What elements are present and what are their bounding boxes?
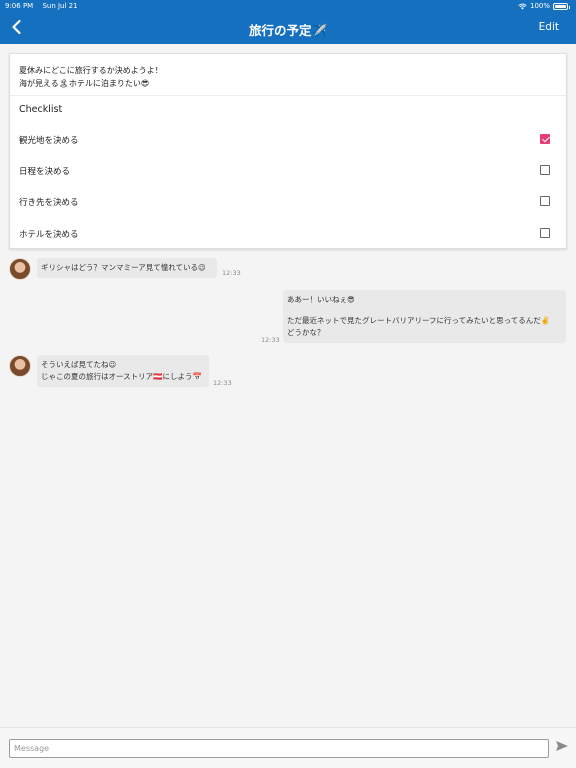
message-text: ギリシャはどう？マンマミーア見て憧れている😉 [41,263,206,272]
card-description: 夏休みにどこに旅行するか決めようよ！ 海が見える🏝ホテルに泊まりたい😎 [19,64,163,90]
message-time: 12:33 [222,269,241,277]
checkbox[interactable] [540,165,550,175]
checklist-item-label: 観光地を決める [19,136,79,146]
divider [10,95,566,96]
message-text: じゃこの夏の旅行はオーストリア🇦🇹にしよう📅 [41,372,202,381]
send-icon[interactable] [555,739,569,753]
checklist-item[interactable]: 観光地を決める [10,128,566,152]
composer-bar [0,727,576,768]
message-input[interactable] [9,739,549,758]
description-line: 夏休みにどこに旅行するか決めようよ！ [19,66,163,75]
checklist-item[interactable]: ホテルを決める [10,222,566,246]
battery-percent: 100% [529,2,550,10]
message-bubble: そういえば見てたね😉 じゃこの夏の旅行はオーストリア🇦🇹にしよう📅 [37,355,209,387]
checklist-title: Checklist [19,104,63,115]
checklist-item-label: 日程を決める [19,167,71,177]
checkbox[interactable] [540,196,550,206]
status-left: 9:06 PM Sun Jul 21 [5,2,85,10]
message-bubble: ギリシャはどう？マンマミーア見て憧れている😉 [37,258,217,278]
trip-card: 夏休みにどこに旅行するか決めようよ！ 海が見える🏝ホテルに泊まりたい😎 Chec… [9,53,567,249]
edit-button[interactable]: Edit [539,21,559,33]
checklist-item[interactable]: 日程を決める [10,159,566,183]
message-text: ただ最近ネットで見たグレートバリアリーフに行ってみたいと思ってるんだ✌️ [287,316,551,325]
status-date: Sun Jul 21 [42,2,78,10]
battery-icon [553,2,570,10]
wifi-icon [518,3,527,9]
status-time: 9:06 PM [5,2,34,10]
message-text: ああー！いいねぇ😎 [287,295,355,304]
checkbox[interactable] [540,134,550,144]
message-text: どうかな？ [287,328,325,337]
description-line: 海が見える🏝ホテルに泊まりたい😎 [19,79,150,88]
message-time: 12:33 [213,379,232,387]
checkbox[interactable] [540,228,550,238]
checklist-item[interactable]: 行き先を決める [10,190,566,214]
page-title: 旅行の予定✈️ [248,23,328,38]
message-text: そういえば見てたね😉 [41,360,117,369]
avatar[interactable] [9,258,31,280]
nav-bar: 9:06 PM Sun Jul 21 100% 旅行の予定✈️ Edit [0,0,576,44]
checklist-item-label: 行き先を決める [19,198,79,208]
message-bubble: ああー！いいねぇ😎 ただ最近ネットで見たグレートバリアリーフに行ってみたいと思っ… [283,290,566,343]
status-right: 100% [518,2,570,10]
app-root: 9:06 PM Sun Jul 21 100% 旅行の予定✈️ Edit 夏休み… [0,0,576,768]
message-time: 12:33 [261,336,280,344]
status-bar: 9:06 PM Sun Jul 21 100% [0,0,576,12]
checklist-item-label: ホテルを決める [19,230,79,240]
avatar[interactable] [9,355,31,377]
